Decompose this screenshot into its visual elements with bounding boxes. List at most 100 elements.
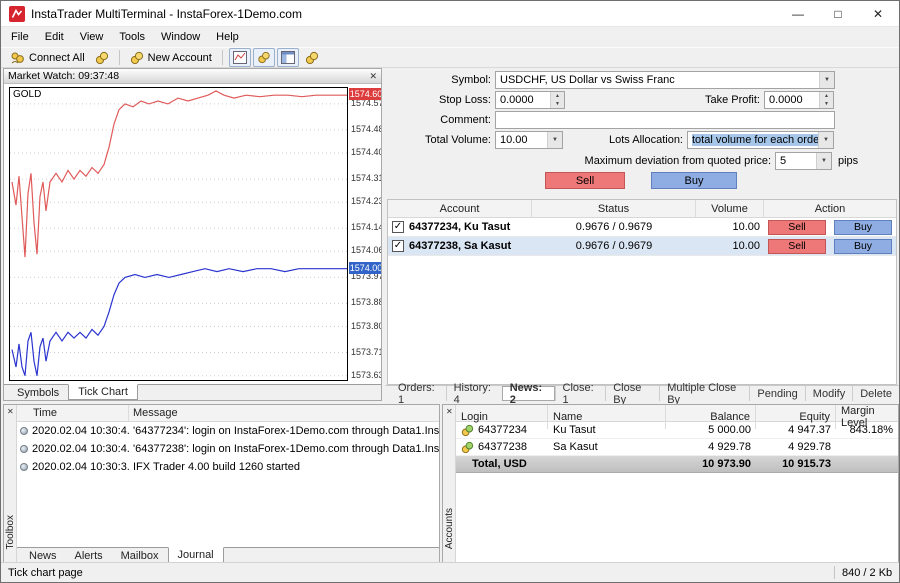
account-checkbox[interactable]: ✓ <box>392 240 404 252</box>
app-icon <box>9 6 25 22</box>
tab-modify[interactable]: Modify <box>805 386 852 401</box>
connect-all-button[interactable]: Connect All <box>5 48 90 67</box>
total-balance: 10 973.90 <box>666 458 756 470</box>
new-account-button[interactable]: New Account <box>125 48 217 67</box>
spin-up-icon[interactable]: ▲ <box>820 92 833 100</box>
menu-file[interactable]: File <box>3 29 37 45</box>
spin-down-icon[interactable]: ▼ <box>820 100 833 108</box>
margin-level-cell: 843.18% <box>836 424 898 436</box>
chart-icon <box>233 51 247 64</box>
tab-pending[interactable]: Pending <box>749 386 804 401</box>
row-sell-button[interactable]: Sell <box>768 220 826 235</box>
journal-row[interactable]: 2020.02.04 10:30:4... '64377238': login … <box>17 440 439 458</box>
layout-icon <box>281 51 295 64</box>
tab-news[interactable]: News: 2 <box>502 386 555 401</box>
journal-row[interactable]: 2020.02.04 10:30:4... '64377234': login … <box>17 422 439 440</box>
journal-row[interactable]: 2020.02.04 10:30:3... IFX Trader 4.00 bu… <box>17 458 439 476</box>
account-cell: 64377238, Sa Kasut <box>409 240 511 252</box>
tab-news-toolbox[interactable]: News <box>20 548 66 563</box>
tab-symbols[interactable]: Symbols <box>8 385 68 400</box>
max-deviation-select[interactable]: 5 ▼ <box>775 152 832 170</box>
price-axis-label: 1573.88 <box>351 297 381 307</box>
toggle-layout-button[interactable] <box>277 48 299 67</box>
new-account-label: New Account <box>148 52 212 64</box>
account-checkbox[interactable]: ✓ <box>392 221 404 233</box>
chevron-down-icon[interactable]: ▼ <box>816 153 831 169</box>
lots-allocation-select[interactable]: total volume for each order ▼ <box>687 131 834 149</box>
menu-window[interactable]: Window <box>153 29 208 45</box>
tab-delete[interactable]: Delete <box>852 386 899 401</box>
spin-down-icon[interactable]: ▼ <box>551 100 564 108</box>
column-time[interactable]: Time <box>17 405 129 421</box>
row-buy-button[interactable]: Buy <box>834 239 892 254</box>
chevron-down-icon[interactable]: ▼ <box>819 72 834 88</box>
log-time: 2020.02.04 10:30:4... <box>32 425 129 437</box>
close-icon[interactable]: ✕ <box>7 407 14 416</box>
coins-icon <box>257 51 271 64</box>
connect-account-button[interactable] <box>90 48 114 67</box>
tick-chart[interactable]: GOLD 1574.571574.481574.401574.311574.23… <box>4 84 381 384</box>
tab-close[interactable]: Close: 1 <box>555 386 606 401</box>
toggle-chart-button[interactable] <box>229 48 251 67</box>
market-watch-title: Market Watch: 09:37:48 <box>8 70 119 82</box>
toolbar-separator <box>222 50 223 65</box>
toolbar: Connect All New Account <box>1 47 899 68</box>
window-controls: — □ ✕ <box>785 4 891 24</box>
menu-help[interactable]: Help <box>208 29 247 45</box>
column-message[interactable]: Message <box>129 405 439 421</box>
toggle-accounts-button[interactable] <box>253 48 275 67</box>
minimize-icon[interactable]: — <box>785 4 811 24</box>
sell-button[interactable]: Sell <box>545 172 625 189</box>
row-sell-button[interactable]: Sell <box>768 239 826 254</box>
tab-journal[interactable]: Journal <box>168 547 224 563</box>
take-profit-input[interactable]: 0.0000 ▲▼ <box>764 91 834 109</box>
table-row[interactable]: ✓64377238, Sa Kasut 0.9676 / 0.9679 10.0… <box>388 237 896 256</box>
equity-cell: 4 947.37 <box>756 424 836 436</box>
column-action[interactable]: Action <box>764 200 896 217</box>
tab-orders[interactable]: Orders: 1 <box>391 386 446 401</box>
deposit-button[interactable] <box>300 48 324 67</box>
spin-up-icon[interactable]: ▲ <box>551 92 564 100</box>
symbol-select[interactable]: USDCHF, US Dollar vs Swiss Franc ▼ <box>495 71 835 89</box>
column-account[interactable]: Account <box>388 200 532 217</box>
row-buy-button[interactable]: Buy <box>834 220 892 235</box>
market-watch-tabs: Symbols Tick Chart <box>4 384 381 400</box>
traffic-counter: 840 / 2 Kb <box>842 567 892 579</box>
total-volume-select[interactable]: 10.00 ▼ <box>495 131 563 149</box>
buy-button[interactable]: Buy <box>651 172 737 189</box>
account-row[interactable]: 64377234 Ku Tasut 5 000.00 4 947.37 843.… <box>456 422 898 439</box>
price-axis-label: 1573.71 <box>351 347 381 357</box>
maximize-icon[interactable]: □ <box>825 4 851 24</box>
tab-close-by[interactable]: Close By <box>605 386 659 401</box>
tab-tick-chart[interactable]: Tick Chart <box>68 384 138 400</box>
tab-multiple-close-by[interactable]: Multiple Close By <box>659 386 749 401</box>
app-window: InstaTrader MultiTerminal - InstaForex-1… <box>0 0 900 583</box>
table-header: Account Status Volume Action <box>388 200 896 218</box>
stop-loss-label: Stop Loss: <box>391 92 491 108</box>
menu-tools[interactable]: Tools <box>111 29 153 45</box>
tab-mailbox[interactable]: Mailbox <box>112 548 168 563</box>
balance-cell: 4 929.78 <box>666 441 756 453</box>
close-icon[interactable]: ✕ <box>369 71 377 82</box>
status-cell: 0.9676 / 0.9679 <box>532 221 696 233</box>
table-row[interactable]: ✓64377234, Ku Tasut 0.9676 / 0.9679 10.0… <box>388 218 896 237</box>
tab-history[interactable]: History: 4 <box>446 386 502 401</box>
account-row[interactable]: 64377238 Sa Kasut 4 929.78 4 929.78 <box>456 439 898 456</box>
column-volume[interactable]: Volume <box>696 200 764 217</box>
journal-header: Time Message <box>17 405 439 422</box>
close-icon[interactable]: ✕ <box>865 4 891 24</box>
comment-input[interactable] <box>495 111 835 129</box>
stop-loss-input[interactable]: 0.0000 ▲▼ <box>495 91 565 109</box>
column-status[interactable]: Status <box>532 200 696 217</box>
tab-alerts[interactable]: Alerts <box>66 548 112 563</box>
chevron-down-icon[interactable]: ▼ <box>818 132 833 148</box>
status-bar: Tick chart page 840 / 2 Kb <box>1 562 899 582</box>
title-bar: InstaTrader MultiTerminal - InstaForex-1… <box>1 1 899 27</box>
trade-panel: Symbol: USDCHF, US Dollar vs Swiss Franc… <box>385 68 899 401</box>
menu-edit[interactable]: Edit <box>37 29 72 45</box>
close-icon[interactable]: ✕ <box>446 407 453 416</box>
max-deviation-label: Maximum deviation from quoted price: <box>565 153 771 169</box>
chevron-down-icon[interactable]: ▼ <box>547 132 562 148</box>
menu-view[interactable]: View <box>72 29 112 45</box>
accounts-side-label: Accounts <box>444 508 455 549</box>
